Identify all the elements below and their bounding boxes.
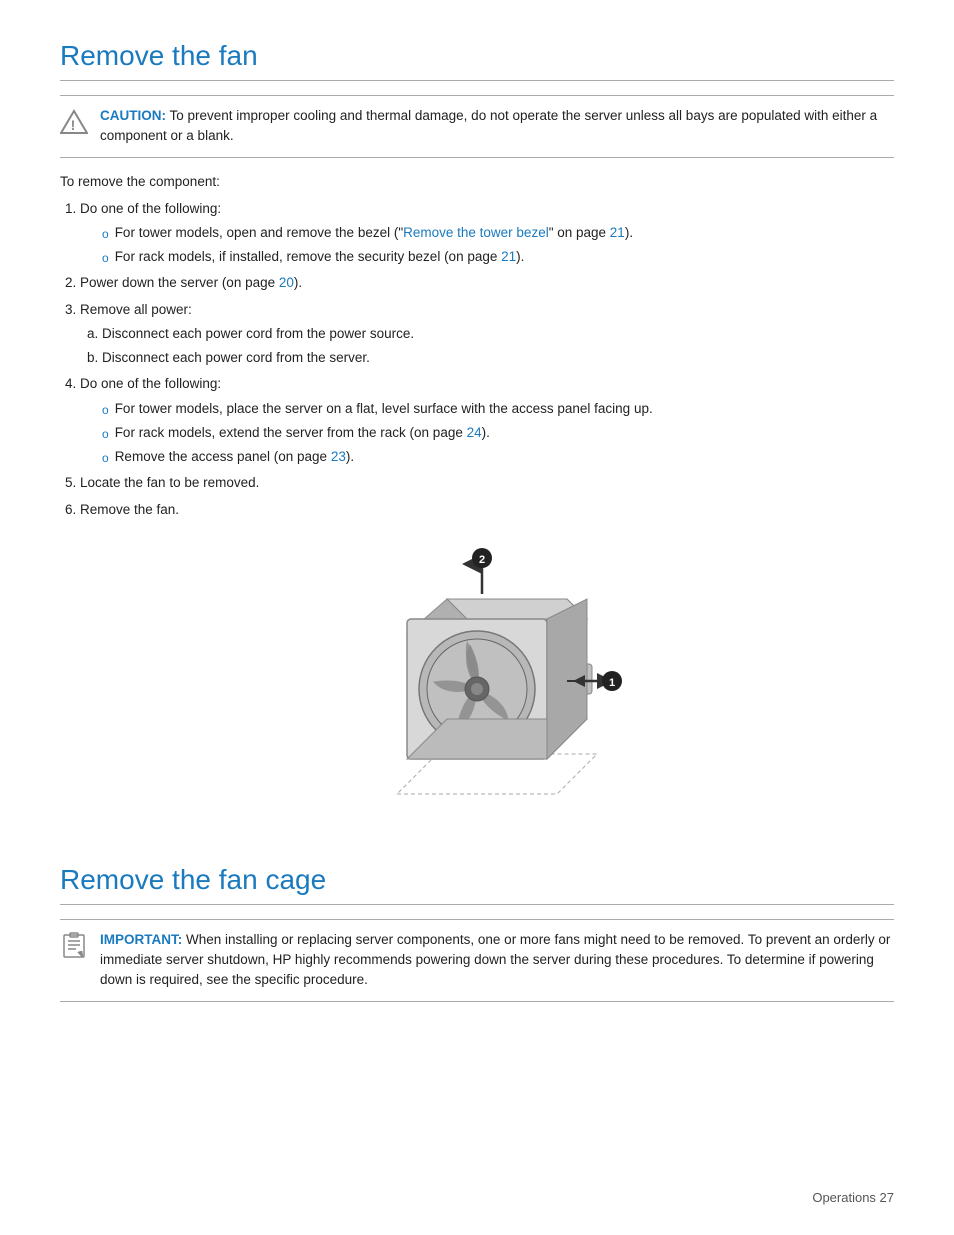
tower-bezel-link[interactable]: Remove the tower bezel	[403, 225, 549, 240]
security-bezel-page-link[interactable]: 21	[501, 249, 516, 264]
step-1-text: Do one of the following:	[80, 201, 221, 216]
step-4-bullet-2-text: For rack models, extend the server from …	[115, 423, 490, 443]
step-3-text: Remove all power:	[80, 302, 192, 317]
section-divider-fan	[60, 80, 894, 81]
svg-text:1: 1	[609, 677, 615, 689]
important-body: When installing or replacing server comp…	[100, 932, 890, 988]
fan-diagram: 2 1	[327, 544, 627, 834]
caution-body: To prevent improper cooling and thermal …	[100, 108, 877, 143]
step-1-bullets: For tower models, open and remove the be…	[102, 223, 894, 268]
step-3b: Disconnect each power cord from the serv…	[102, 348, 894, 368]
svg-text:2: 2	[479, 554, 485, 566]
fan-svg: 2 1	[327, 544, 627, 834]
important-text: IMPORTANT: When installing or replacing …	[100, 930, 894, 991]
steps-list: Do one of the following: For tower model…	[80, 199, 894, 520]
step-1-bullet-1: For tower models, open and remove the be…	[102, 223, 894, 243]
step-4-bullets: For tower models, place the server on a …	[102, 399, 894, 468]
important-icon	[60, 932, 88, 960]
caution-label: CAUTION:	[100, 108, 166, 123]
step-3: Remove all power: Disconnect each power …	[80, 300, 894, 369]
step-4-bullet-2: For rack models, extend the server from …	[102, 423, 894, 443]
important-box: IMPORTANT: When installing or replacing …	[60, 919, 894, 1002]
step-4: Do one of the following: For tower model…	[80, 374, 894, 467]
section-divider-fan-cage	[60, 904, 894, 905]
step-4-bullet-3: Remove the access panel (on page 23).	[102, 447, 894, 467]
step-1-bullet-2: For rack models, if installed, remove th…	[102, 247, 894, 267]
access-panel-link[interactable]: 23	[331, 449, 346, 464]
step-6: Remove the fan.	[80, 500, 894, 520]
tower-bezel-page-link[interactable]: 21	[610, 225, 625, 240]
step-4-bullet-1: For tower models, place the server on a …	[102, 399, 894, 419]
step-4-bullet-3-text: Remove the access panel (on page 23).	[115, 447, 354, 467]
step-6-text: Remove the fan.	[80, 502, 179, 517]
step-1: Do one of the following: For tower model…	[80, 199, 894, 268]
step-1-bullet-2-text: For rack models, if installed, remove th…	[115, 247, 525, 267]
step-2: Power down the server (on page 20).	[80, 273, 894, 293]
rack-extend-link[interactable]: 24	[467, 425, 482, 440]
intro-text: To remove the component:	[60, 174, 894, 189]
page-footer: Operations 27	[812, 1190, 894, 1205]
step-5-text: Locate the fan to be removed.	[80, 475, 259, 490]
svg-text:!: !	[71, 117, 76, 133]
caution-icon: !	[60, 108, 88, 136]
section-title-fan: Remove the fan	[60, 40, 894, 72]
important-label: IMPORTANT:	[100, 932, 182, 947]
step-4-text: Do one of the following:	[80, 376, 221, 391]
step-3-subitems: Disconnect each power cord from the powe…	[102, 324, 894, 369]
step-4-bullet-1-text: For tower models, place the server on a …	[115, 399, 653, 419]
power-down-link[interactable]: 20	[279, 275, 294, 290]
section-title-fan-cage: Remove the fan cage	[60, 864, 894, 896]
step-3a: Disconnect each power cord from the powe…	[102, 324, 894, 344]
caution-box: ! CAUTION: To prevent improper cooling a…	[60, 95, 894, 158]
fan-diagram-area: 2 1	[60, 544, 894, 834]
step-1-bullet-1-text: For tower models, open and remove the be…	[115, 223, 633, 243]
step-2-text: Power down the server (on page 20).	[80, 275, 302, 290]
caution-text: CAUTION: To prevent improper cooling and…	[100, 106, 894, 147]
step-5: Locate the fan to be removed.	[80, 473, 894, 493]
